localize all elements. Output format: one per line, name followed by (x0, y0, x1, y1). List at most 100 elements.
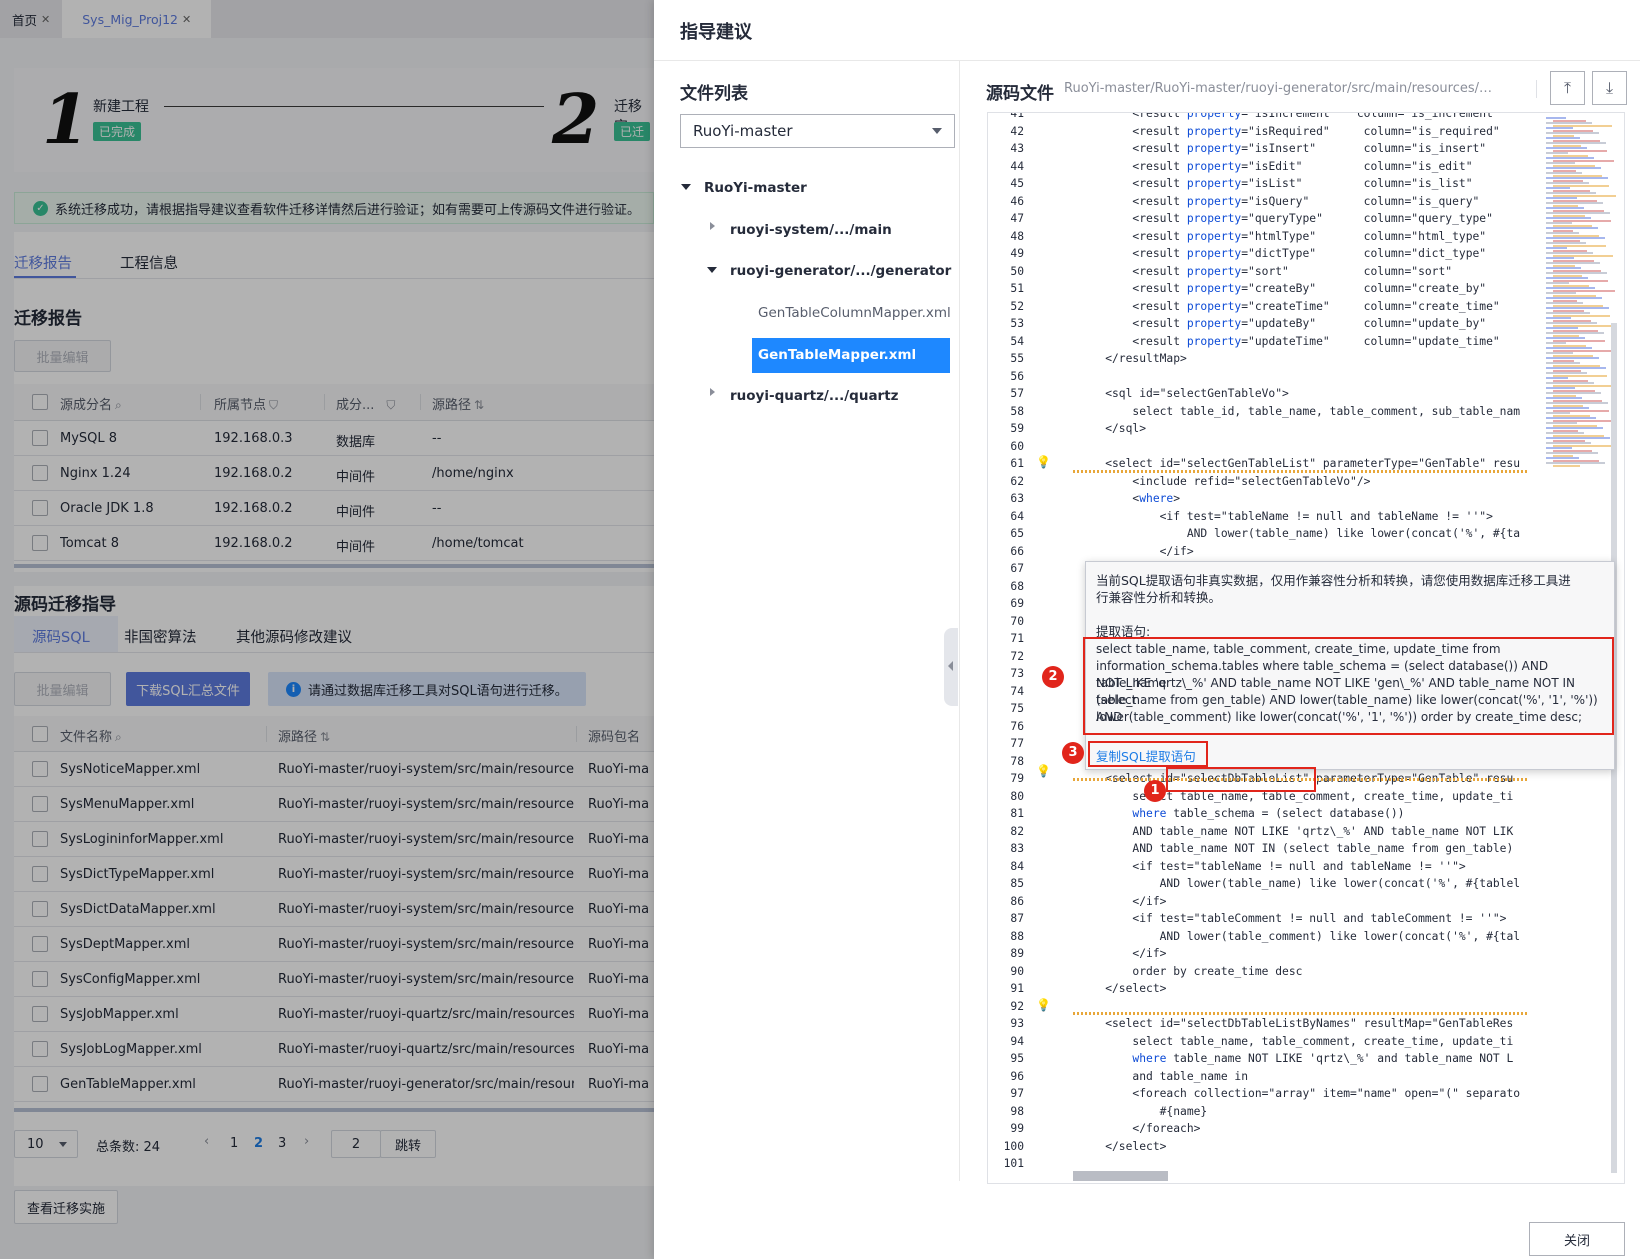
code-line: and table_name in (1078, 1069, 1249, 1083)
tree-node-quartz[interactable]: ruoyi-quartz/.../quartz (730, 388, 899, 404)
line-number: 98 (1010, 1104, 1024, 1118)
line-number: 42 (1010, 124, 1024, 138)
highlight-box (1083, 637, 1614, 735)
warning-squiggle (1073, 470, 1528, 473)
line-number: 95 (1010, 1052, 1024, 1065)
expand-icon[interactable] (707, 267, 717, 273)
line-number: 72 (1010, 649, 1024, 663)
line-number: 45 (1010, 177, 1024, 190)
code-line: order by create_time desc (1078, 964, 1303, 978)
line-number: 73 (1010, 667, 1024, 680)
code-minimap[interactable] (1538, 113, 1618, 473)
chevron-down-icon (932, 128, 942, 134)
line-number: 80 (1010, 789, 1024, 803)
line-number: 51 (1010, 282, 1024, 295)
line-number: 48 (1010, 229, 1024, 243)
line-number: 69 (1010, 597, 1024, 610)
lightbulb-icon[interactable]: 💡 (1036, 765, 1051, 777)
code-line: <result property="sort" column="sort" (1078, 264, 1453, 278)
line-number: 56 (1010, 369, 1024, 383)
collapse-icon[interactable] (710, 222, 715, 230)
source-file-path: RuoYi-master/RuoYi-master/ruoyi-generato… (1064, 81, 1504, 96)
code-line: </foreach> (1078, 1122, 1201, 1135)
line-number: 49 (1010, 247, 1024, 260)
tree-node-system[interactable]: ruoyi-system/.../main (730, 222, 892, 238)
lightbulb-icon[interactable]: 💡 (1036, 456, 1051, 468)
source-file-title: 源码文件 (986, 84, 1054, 104)
code-line: where table_schema = (select database()) (1132, 807, 1405, 820)
file-list-title: 文件列表 (680, 84, 748, 104)
code-line: <foreach collection="array" item="name" … (1078, 1087, 1521, 1100)
code-line: <result property="isList" column="is_lis… (1078, 177, 1473, 190)
line-number: 43 (1010, 142, 1024, 155)
code-line: <if test="tableName != null and tableNam… (1078, 859, 1466, 873)
line-number: 77 (1010, 737, 1024, 750)
arrow-down-to-bottom-icon: ⤓ (1605, 78, 1614, 97)
line-number: 61 (1010, 457, 1024, 470)
code-line: <result property="createBy" column="crea… (1078, 282, 1487, 295)
line-number: 90 (1010, 964, 1024, 978)
line-number: 68 (1010, 579, 1024, 593)
tree-file-table-mapper-selected[interactable]: GenTableMapper.xml (752, 338, 950, 373)
tree-node-root[interactable]: RuoYi-master (704, 180, 807, 196)
project-select[interactable]: RuoYi-master (680, 114, 955, 148)
divider (654, 60, 1640, 61)
code-line: </if> (1078, 894, 1167, 908)
code-line: <result property="isEdit" column="is_edi… (1078, 159, 1473, 173)
tree-file-column-mapper[interactable]: GenTableColumnMapper.xml (758, 305, 951, 321)
line-number: 86 (1010, 894, 1024, 908)
divider (1536, 80, 1537, 98)
code-line: select table_id, table_name, table_comme… (1078, 404, 1521, 418)
marker-1: 1 (1144, 780, 1166, 802)
code-line: <result property="updateBy" column="upda… (1078, 317, 1487, 330)
arrow-up-to-top-icon: ⤒ (1563, 78, 1572, 97)
scroll-bottom-button[interactable]: ⤓ (1592, 71, 1627, 105)
tooltip-note: 当前SQL提取语句非真实数据，仅用作兼容性分析和转换，请您使用数据库迁移工具进 (1096, 573, 1571, 588)
guidance-drawer: 指导建议 文件列表 RuoYi-master RuoYi-master ruoy… (654, 0, 1640, 1259)
line-number: 93 (1010, 1017, 1024, 1030)
chevron-left-icon (948, 661, 953, 671)
line-number: 100 (1003, 1139, 1024, 1153)
modal-overlay[interactable] (0, 0, 654, 1259)
minimap-line (1553, 464, 1580, 467)
horizontal-scroll-thumb[interactable] (1073, 1171, 1168, 1181)
line-number: 62 (1010, 474, 1024, 488)
code-line: <result property="queryType" column="que… (1078, 212, 1493, 225)
line-number: 81 (1010, 807, 1024, 820)
line-number: 78 (1010, 754, 1024, 768)
line-number: 94 (1010, 1034, 1024, 1048)
warning-squiggle (1073, 1012, 1528, 1015)
code-line: <result property="isIncrement" column="i… (1078, 112, 1500, 120)
line-number: 63 (1010, 492, 1024, 505)
code-line: <include refid="selectGenTableVo"/> (1078, 474, 1371, 488)
line-number: 82 (1010, 824, 1024, 838)
scroll-top-button[interactable]: ⤒ (1550, 71, 1585, 105)
line-number: 89 (1010, 947, 1024, 960)
line-number: 71 (1010, 632, 1024, 645)
line-number: 91 (1010, 982, 1024, 995)
vertical-divider (959, 61, 960, 1181)
code-line: select table_name, table_comment, create… (1078, 1034, 1514, 1048)
line-number: 70 (1010, 614, 1024, 628)
collapse-handle[interactable] (944, 628, 958, 706)
line-number: 83 (1010, 842, 1024, 855)
expand-icon[interactable] (681, 184, 691, 190)
line-number: 47 (1010, 212, 1024, 225)
lightbulb-icon[interactable]: 💡 (1036, 999, 1051, 1011)
line-number: 85 (1010, 877, 1024, 890)
drawer-title: 指导建议 (680, 22, 752, 43)
code-line: AND table_name NOT IN (select table_name… (1078, 842, 1514, 855)
collapse-icon[interactable] (710, 388, 715, 396)
line-number: 46 (1010, 194, 1024, 208)
marker-3: 3 (1062, 742, 1084, 764)
code-line: <result property="isRequired" column="is… (1078, 124, 1500, 138)
line-number: 60 (1010, 439, 1024, 453)
code-line: <select id="selectGenTableList" paramete… (1078, 457, 1521, 470)
line-number: 79 (1010, 772, 1024, 785)
line-gutter: 41 42 43 44 45 46 47 48 49 50 51 52 53 54 55 56 57 58 59 60… (988, 113, 1032, 1183)
tree-node-generator[interactable]: ruoyi-generator/.../generator (730, 263, 951, 279)
line-number: 96 (1010, 1069, 1024, 1083)
line-number: 52 (1010, 299, 1024, 313)
line-number: 66 (1010, 544, 1024, 558)
close-button[interactable]: 关闭 (1529, 1222, 1625, 1256)
